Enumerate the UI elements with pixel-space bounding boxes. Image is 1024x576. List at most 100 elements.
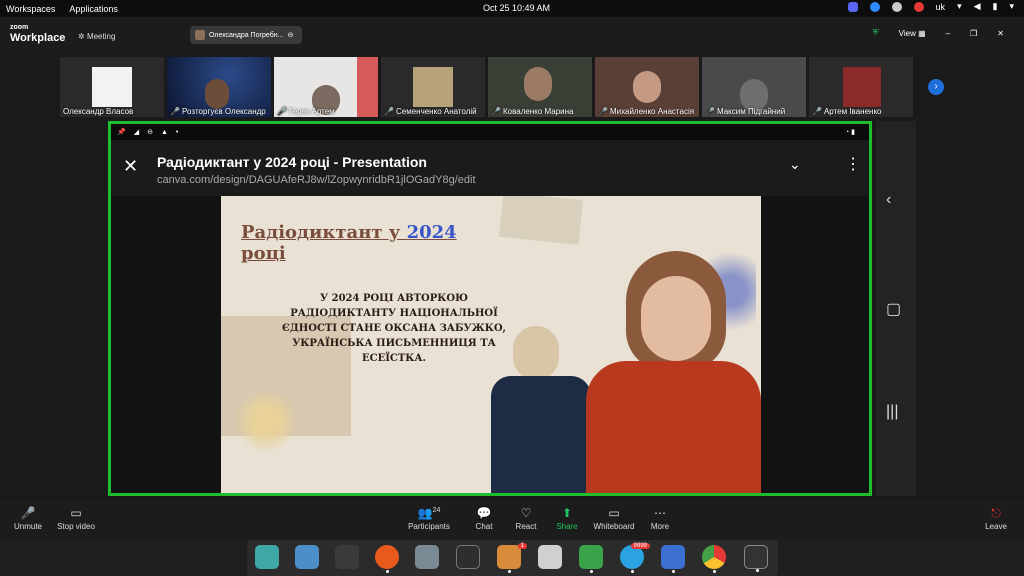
logo-bottom-text: Workplace	[10, 32, 66, 44]
applications-menu[interactable]: Applications	[69, 4, 118, 14]
leave-button[interactable]: ⎋ Leave	[968, 506, 1024, 531]
more-label: More	[650, 522, 670, 531]
view-grid-icon: ▦	[918, 28, 926, 38]
whiteboard-icon: ▭	[608, 506, 620, 520]
participant-tile[interactable]: 🎤 Михайленко Анастасія	[595, 57, 699, 117]
workspaces-menu[interactable]: Workspaces	[6, 4, 55, 14]
participant-tile[interactable]: 🎤 Розторгуєв Олександр	[167, 57, 271, 117]
recent-apps-icon[interactable]: |||	[886, 403, 898, 421]
running-indicator	[590, 570, 593, 573]
meeting-label[interactable]: ✲ Meeting	[78, 32, 115, 41]
text-document-icon[interactable]	[661, 545, 685, 573]
react-label: React	[515, 522, 537, 531]
participant-name: Олександр Власов	[63, 107, 134, 116]
system-monitor-icon[interactable]	[744, 545, 768, 572]
participant-tile[interactable]: 🎤 Геряк Артем	[274, 57, 378, 117]
app-dock: 1 9999	[0, 540, 1024, 576]
share-screen-icon: ⬆	[561, 506, 573, 520]
participant-tile[interactable]: 🎤 Коваленко Марина	[488, 57, 592, 117]
close-tab-icon[interactable]: ✕	[123, 156, 138, 177]
dnd-icon: ⊖	[147, 129, 153, 136]
shared-screen: 📌 ◢ ⊖ ▲ • ◔ ▮ ✕ Радіодиктант у 2024 році…	[108, 121, 872, 496]
app-grid-icon[interactable]	[335, 545, 359, 569]
more-options-icon[interactable]: ⋮	[845, 154, 861, 174]
more-button[interactable]: ⋯ More	[632, 506, 688, 531]
muted-mic-icon: 🎤	[705, 107, 715, 116]
stop-video-button[interactable]: ▭ Stop video	[48, 506, 104, 531]
chevron-down-icon[interactable]: ⌄	[789, 156, 801, 173]
speaker-avatar	[195, 30, 205, 40]
files-icon[interactable]	[415, 545, 439, 569]
power-menu-icon[interactable]: ▾	[1009, 1, 1014, 12]
participant-tile[interactable]: 🎤 Семенченко Анатолій	[381, 57, 485, 117]
muted-mic-icon: 🎤	[277, 107, 287, 116]
chat-icon: 💬	[476, 506, 492, 520]
archive-manager-icon[interactable]: 1	[497, 543, 527, 573]
firefox-icon[interactable]	[375, 545, 399, 573]
security-shield-icon[interactable]: ⛨	[873, 28, 879, 38]
participant-tile[interactable]: Олександр Власов	[60, 57, 164, 117]
leave-door-icon: ⎋	[991, 506, 1001, 520]
next-page-arrow-icon[interactable]: ›	[928, 79, 944, 95]
stop-video-label: Stop video	[57, 522, 95, 531]
participant-tile[interactable]: 🎤 Артем Іваненко	[809, 57, 913, 117]
slide-body-text: У 2024 РОЦІ АВТОРКОЮ РАДІОДИКТАНТУ НАЦІО…	[281, 293, 507, 364]
dot-icon: •	[175, 128, 179, 136]
muted-mic-icon: 🎤	[170, 107, 180, 116]
chrome-icon[interactable]	[702, 545, 726, 573]
participants-button[interactable]: 👥24 Participants	[401, 506, 457, 531]
zoom-header: zoom Workplace ✲ Meeting Олександра Погр…	[0, 17, 1024, 53]
window-maximize-button[interactable]: ❐	[970, 29, 977, 38]
signal-battery-icons: ◔ ▮	[844, 129, 855, 136]
running-indicator	[713, 570, 716, 573]
slide-title: Радіодиктант у 2024	[241, 222, 457, 243]
back-nav-icon[interactable]: ‹	[886, 191, 891, 209]
participant-strip: Олександр Власов 🎤 Розторгуєв Олександр 🎤…	[0, 53, 1024, 117]
screen-record-icon[interactable]	[913, 1, 924, 12]
participant-name: 🎤 Семенченко Анатолій	[384, 107, 477, 116]
language-indicator[interactable]: uk	[936, 2, 946, 12]
author-photo	[586, 251, 761, 493]
participants-label: Participants	[408, 522, 450, 531]
presentation-slide: Радіодиктант у 2024 році У 2024 РОЦІ АВТ…	[221, 196, 761, 493]
participant-name: 🎤 Геряк Артем	[277, 107, 335, 116]
zoom-tray-icon[interactable]	[869, 1, 880, 12]
telegram-icon[interactable]: 9999	[620, 543, 650, 573]
pin-icon: 📌	[117, 129, 126, 136]
participants-icon: 👥24	[417, 506, 441, 520]
view-button[interactable]: View ▦	[899, 29, 926, 38]
muted-mic-icon: 🎤	[20, 506, 36, 520]
slide-title-line2: році	[241, 243, 286, 264]
window-minimize-button[interactable]: –	[946, 29, 950, 38]
search-app-icon[interactable]	[255, 545, 279, 569]
clock[interactable]: Oct 25 10:49 AM	[483, 3, 550, 13]
running-indicator	[756, 569, 759, 572]
running-indicator	[672, 570, 675, 573]
settings-gear-icon[interactable]	[538, 545, 562, 569]
share-label: Share	[556, 522, 578, 531]
wifi-icon[interactable]: ▾	[957, 1, 962, 12]
chrome-tray-icon[interactable]	[891, 1, 902, 12]
participant-tile[interactable]: 🎤 Максим Підгайний	[702, 57, 806, 117]
view-label: View	[898, 28, 916, 38]
window-close-button[interactable]: ✕	[997, 29, 1004, 38]
window-switcher-icon[interactable]	[295, 545, 319, 569]
spreadsheet-icon[interactable]	[579, 545, 603, 573]
terminal-icon[interactable]	[456, 545, 480, 569]
participant-name: 🎤 Розторгуєв Олександр	[170, 107, 266, 116]
muted-mic-icon: 🎤	[491, 107, 501, 116]
phone-navigation-bar: ‹ ▢ |||	[876, 121, 916, 496]
muted-mic-icon: 🎤	[812, 107, 822, 116]
running-indicator	[386, 570, 389, 573]
volume-icon[interactable]: ◀	[974, 1, 981, 12]
participant-name: 🎤 Коваленко Марина	[491, 107, 574, 116]
speaker-photo	[491, 326, 591, 493]
active-speaker-pill[interactable]: Олександра Погребн... ⊖	[190, 26, 302, 44]
muted-mic-icon: 🎤	[384, 107, 394, 116]
battery-icon[interactable]: ▮	[993, 1, 998, 12]
minimize-pill-icon[interactable]: ⊖	[287, 31, 293, 39]
participant-name: 🎤 Михайленко Анастасія	[598, 107, 695, 116]
notification-badge: 9999	[630, 543, 650, 549]
home-nav-icon[interactable]: ▢	[886, 299, 901, 319]
discord-tray-icon[interactable]	[847, 1, 858, 12]
